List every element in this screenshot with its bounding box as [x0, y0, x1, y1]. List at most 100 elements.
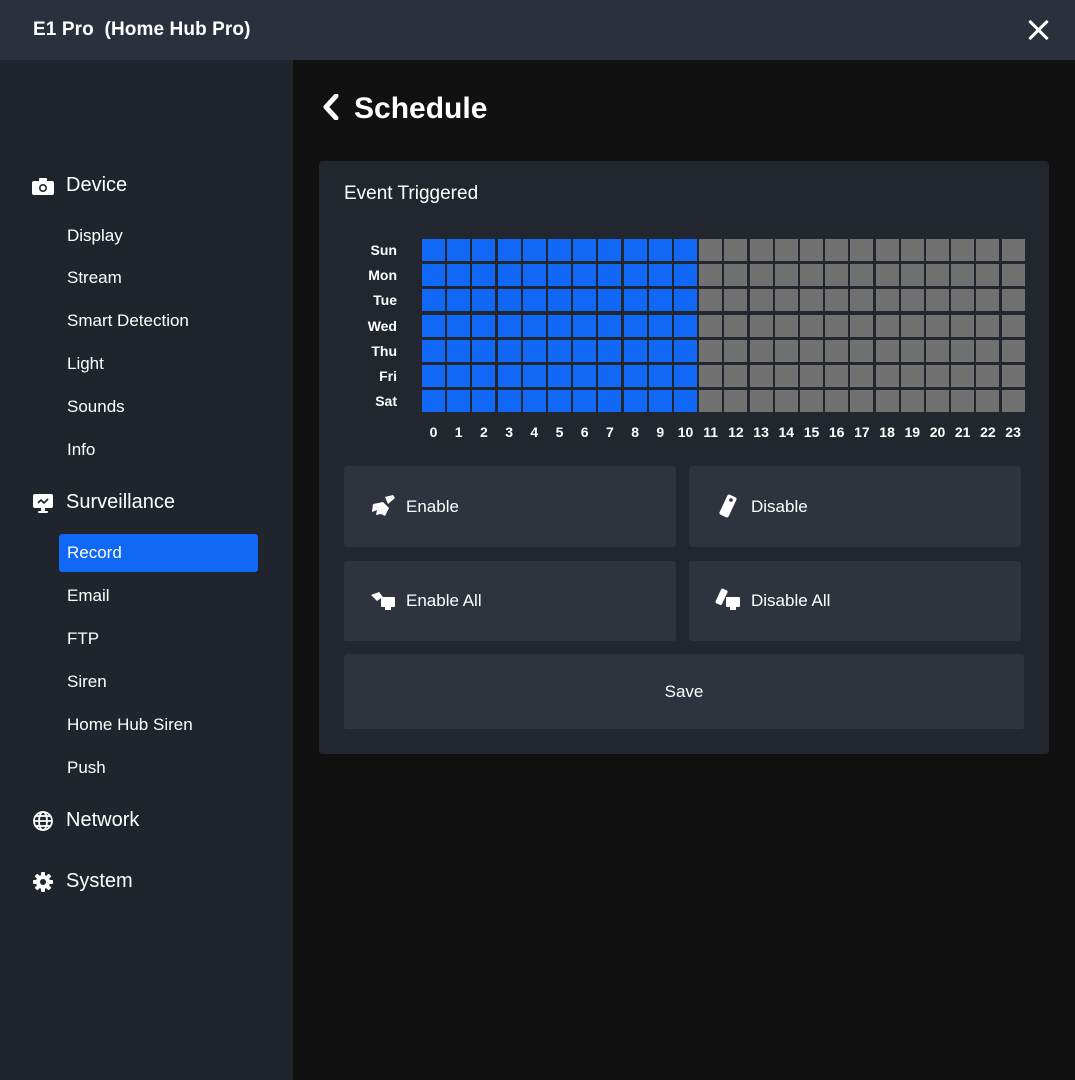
schedule-cell[interactable]	[749, 289, 773, 312]
schedule-cell[interactable]	[800, 339, 823, 362]
sidebar-item-siren[interactable]: Siren	[59, 663, 258, 701]
schedule-cell[interactable]	[548, 264, 571, 287]
sidebar-group-system[interactable]: System	[32, 870, 133, 893]
schedule-cell[interactable]	[623, 239, 647, 261]
schedule-cell[interactable]	[447, 339, 471, 362]
schedule-cell[interactable]	[976, 314, 1000, 337]
sidebar-item-push[interactable]: Push	[59, 749, 258, 787]
schedule-cell[interactable]	[648, 239, 672, 261]
schedule-cell[interactable]	[749, 390, 773, 413]
sidebar-item-stream[interactable]: Stream	[59, 259, 258, 297]
schedule-cell[interactable]	[976, 390, 1000, 413]
schedule-cell[interactable]	[522, 239, 546, 261]
schedule-cell[interactable]	[951, 239, 975, 261]
schedule-cell[interactable]	[422, 289, 445, 312]
schedule-cell[interactable]	[422, 365, 445, 387]
schedule-cell[interactable]	[623, 314, 647, 337]
schedule-cell[interactable]	[472, 314, 496, 337]
schedule-cell[interactable]	[875, 239, 899, 261]
schedule-cell[interactable]	[800, 390, 823, 413]
schedule-cell[interactable]	[926, 289, 949, 312]
schedule-cell[interactable]	[548, 390, 571, 413]
schedule-cell[interactable]	[1001, 289, 1025, 312]
schedule-cell[interactable]	[926, 339, 949, 362]
schedule-cell[interactable]	[774, 339, 798, 362]
schedule-cell[interactable]	[926, 239, 949, 261]
schedule-cell[interactable]	[926, 390, 949, 413]
disable-button[interactable]: Disable	[689, 466, 1021, 547]
schedule-cell[interactable]	[497, 339, 521, 362]
schedule-cell[interactable]	[422, 264, 445, 287]
schedule-cell[interactable]	[875, 365, 899, 387]
sidebar-item-display[interactable]: Display	[59, 217, 258, 255]
schedule-cell[interactable]	[951, 289, 975, 312]
schedule-cell[interactable]	[825, 390, 849, 413]
enable-button[interactable]: Enable	[344, 466, 676, 547]
schedule-cell[interactable]	[1001, 239, 1025, 261]
schedule-cell[interactable]	[850, 339, 874, 362]
schedule-cell[interactable]	[699, 365, 723, 387]
schedule-cell[interactable]	[800, 314, 823, 337]
sidebar-item-smart-detection[interactable]: Smart Detection	[59, 302, 258, 340]
schedule-cell[interactable]	[875, 339, 899, 362]
schedule-cell[interactable]	[926, 314, 949, 337]
schedule-cell[interactable]	[598, 314, 622, 337]
schedule-cell[interactable]	[598, 339, 622, 362]
schedule-cell[interactable]	[900, 390, 924, 413]
schedule-cell[interactable]	[548, 365, 571, 387]
schedule-cell[interactable]	[548, 289, 571, 312]
schedule-cell[interactable]	[749, 314, 773, 337]
schedule-cell[interactable]	[825, 365, 849, 387]
sidebar-item-ftp[interactable]: FTP	[59, 620, 258, 658]
schedule-cell[interactable]	[825, 314, 849, 337]
schedule-cell[interactable]	[900, 239, 924, 261]
schedule-cell[interactable]	[976, 339, 1000, 362]
schedule-cell[interactable]	[522, 314, 546, 337]
schedule-cell[interactable]	[548, 339, 571, 362]
schedule-cell[interactable]	[699, 314, 723, 337]
schedule-cell[interactable]	[598, 239, 622, 261]
schedule-cell[interactable]	[573, 314, 597, 337]
schedule-cell[interactable]	[472, 365, 496, 387]
schedule-cell[interactable]	[472, 289, 496, 312]
schedule-cell[interactable]	[724, 365, 748, 387]
schedule-cell[interactable]	[497, 314, 521, 337]
schedule-cell[interactable]	[623, 289, 647, 312]
schedule-cell[interactable]	[472, 264, 496, 287]
schedule-cell[interactable]	[699, 390, 723, 413]
schedule-cell[interactable]	[623, 365, 647, 387]
schedule-cell[interactable]	[548, 239, 571, 261]
schedule-cell[interactable]	[674, 365, 697, 387]
schedule-cell[interactable]	[422, 390, 445, 413]
sidebar-group-device[interactable]: Device	[32, 174, 127, 197]
schedule-cell[interactable]	[774, 239, 798, 261]
schedule-cell[interactable]	[497, 289, 521, 312]
schedule-cell[interactable]	[976, 289, 1000, 312]
schedule-cell[interactable]	[699, 239, 723, 261]
schedule-cell[interactable]	[825, 289, 849, 312]
disable-all-button[interactable]: Disable All	[689, 561, 1021, 641]
schedule-cell[interactable]	[573, 264, 597, 287]
schedule-cell[interactable]	[674, 264, 697, 287]
schedule-cell[interactable]	[800, 365, 823, 387]
schedule-cell[interactable]	[573, 339, 597, 362]
schedule-cell[interactable]	[522, 289, 546, 312]
schedule-cell[interactable]	[447, 289, 471, 312]
schedule-cell[interactable]	[522, 365, 546, 387]
schedule-cell[interactable]	[573, 289, 597, 312]
schedule-cell[interactable]	[976, 365, 1000, 387]
schedule-cell[interactable]	[976, 239, 1000, 261]
schedule-cell[interactable]	[749, 339, 773, 362]
schedule-cell[interactable]	[800, 289, 823, 312]
schedule-cell[interactable]	[472, 239, 496, 261]
schedule-cell[interactable]	[573, 365, 597, 387]
schedule-cell[interactable]	[749, 264, 773, 287]
schedule-cell[interactable]	[623, 264, 647, 287]
schedule-cell[interactable]	[951, 314, 975, 337]
sidebar-item-email[interactable]: Email	[59, 577, 258, 615]
sidebar-item-light[interactable]: Light	[59, 345, 258, 383]
schedule-cell[interactable]	[749, 239, 773, 261]
schedule-cell[interactable]	[850, 239, 874, 261]
schedule-cell[interactable]	[648, 339, 672, 362]
schedule-cell[interactable]	[800, 264, 823, 287]
